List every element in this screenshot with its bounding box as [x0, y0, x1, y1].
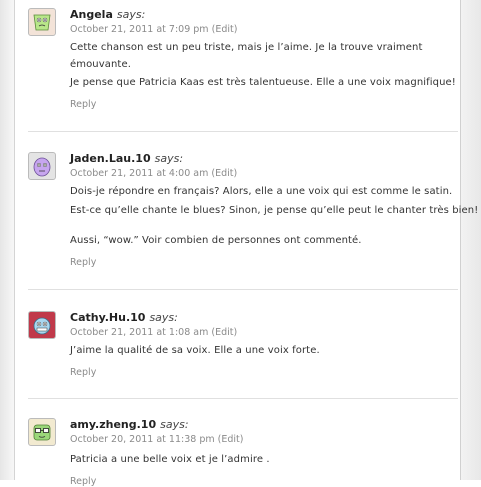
- comment-item: Angela says: October 21, 2011 at 7:09 pm …: [28, 6, 458, 122]
- author-name[interactable]: Cathy.Hu.10: [70, 311, 145, 324]
- comment-text-line: Dois-je répondre en français? Alors, ell…: [70, 186, 453, 197]
- says-label: says:: [160, 418, 189, 431]
- green-monster-icon: [28, 8, 56, 36]
- says-label: says:: [116, 8, 146, 21]
- comment-text-line: Cette chanson est un peu triste, mais je…: [70, 42, 423, 53]
- says-label: says:: [154, 152, 184, 165]
- comment-text-line: émouvante.: [70, 59, 131, 70]
- author-name[interactable]: Angela: [70, 8, 113, 21]
- edit-link[interactable]: (Edit): [211, 327, 237, 338]
- comment-author[interactable]: Cathy.Hu.10 says:: [70, 311, 178, 324]
- comment-text-line: J’aime la qualité de sa voix. Elle a une…: [70, 345, 320, 356]
- comment-author[interactable]: Jaden.Lau.10 says:: [70, 152, 183, 165]
- says-label: says:: [149, 311, 178, 324]
- reply-link[interactable]: Reply: [70, 99, 96, 110]
- comment-author[interactable]: Angela says:: [70, 8, 145, 21]
- right-scrollbar-track[interactable]: [460, 0, 481, 480]
- author-name[interactable]: Jaden.Lau.10: [70, 152, 151, 165]
- comment-item: Cathy.Hu.10 says: October 21, 2011 at 1:0…: [28, 309, 458, 389]
- blue-monster-icon: [28, 311, 56, 339]
- edit-link[interactable]: (Edit): [211, 168, 237, 179]
- comment-item: Jaden.Lau.10 says: October 21, 2011 at 4:…: [28, 150, 478, 270]
- reply-link[interactable]: Reply: [70, 257, 96, 268]
- comment-text-line: Est-ce qu’elle chante le blues? Sinon, j…: [70, 205, 479, 216]
- edit-link[interactable]: (Edit): [212, 24, 238, 35]
- comment-date-link[interactable]: October 21, 2011 at 4:00 am: [70, 168, 208, 179]
- comment-meta: October 20, 2011 at 11:38 pm (Edit): [70, 434, 243, 445]
- comment-divider: [28, 289, 458, 290]
- comment-text-line: Aussi, “wow.” Voir combien de personnes …: [70, 235, 362, 246]
- comment-divider: [28, 398, 458, 399]
- comment-text-line: Patricia a une belle voix et je l’admire…: [70, 454, 270, 465]
- comments-page: Angela says: October 21, 2011 at 7:09 pm …: [0, 0, 481, 487]
- author-name[interactable]: amy.zheng.10: [70, 418, 156, 431]
- comment-date-link[interactable]: October 21, 2011 at 1:08 am: [70, 327, 208, 338]
- comment-divider: [28, 131, 458, 132]
- comment-author[interactable]: amy.zheng.10 says:: [70, 418, 189, 431]
- left-window-edge: [0, 0, 15, 480]
- comment-date-link[interactable]: October 20, 2011 at 11:38 pm: [70, 434, 215, 445]
- comment-date-link[interactable]: October 21, 2011 at 7:09 pm: [70, 24, 209, 35]
- green-glasses-monster-icon: [28, 418, 56, 446]
- edit-link[interactable]: (Edit): [218, 434, 244, 445]
- comment-item: amy.zheng.10 says: October 20, 2011 at 11…: [28, 416, 458, 487]
- comment-meta: October 21, 2011 at 4:00 am (Edit): [70, 168, 237, 179]
- reply-link[interactable]: Reply: [70, 367, 96, 378]
- comment-meta: October 21, 2011 at 7:09 pm (Edit): [70, 24, 237, 35]
- purple-monster-icon: [28, 152, 56, 180]
- comment-meta: October 21, 2011 at 1:08 am (Edit): [70, 327, 237, 338]
- comment-text-line: Je pense que Patricia Kaas est très tale…: [70, 77, 456, 88]
- reply-link[interactable]: Reply: [70, 476, 96, 487]
